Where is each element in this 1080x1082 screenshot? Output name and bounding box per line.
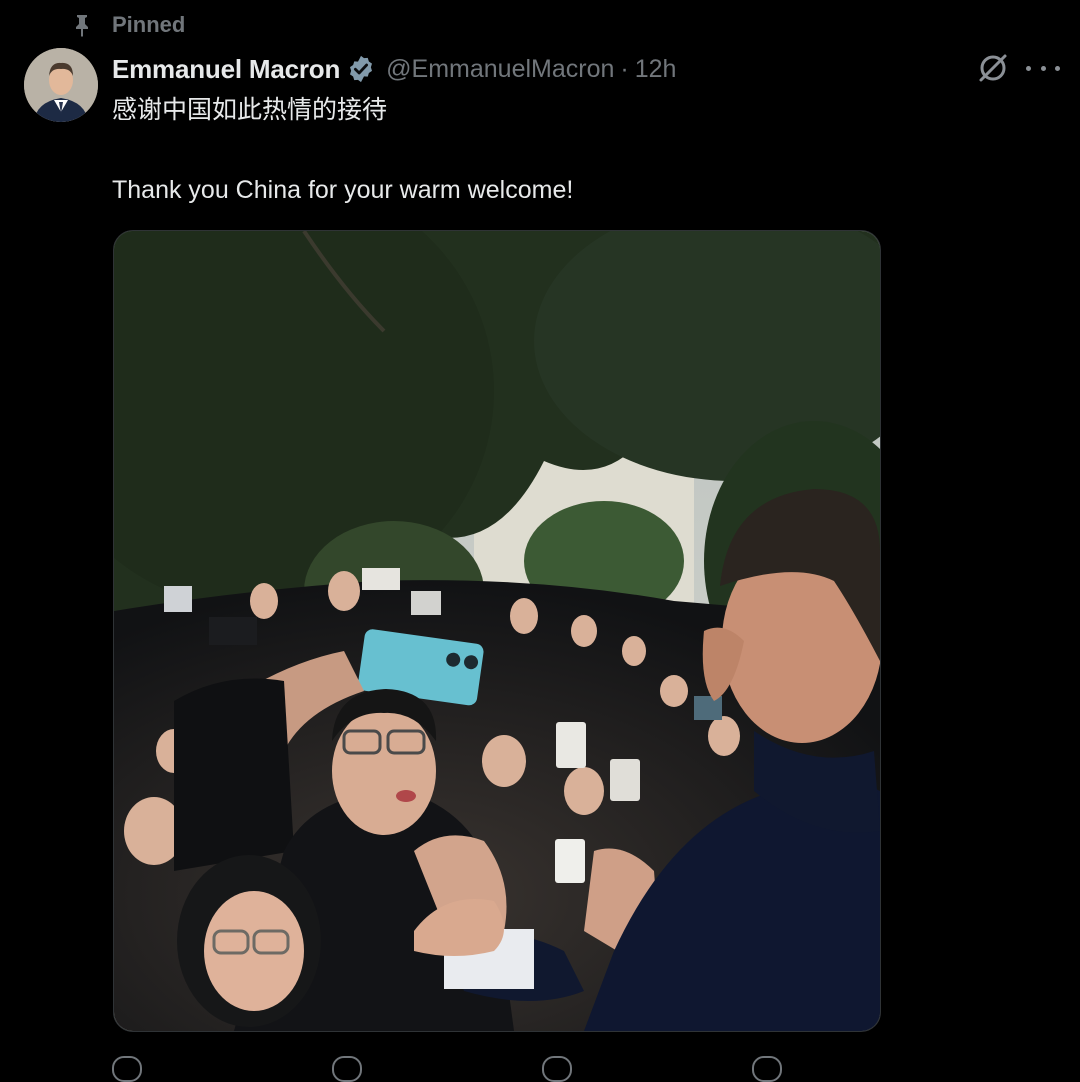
- crowd-photo-illustration: [114, 231, 880, 1031]
- tweet-text: 感谢中国如此热情的接待 Thank you China for your war…: [112, 92, 1012, 208]
- like-icon[interactable]: [542, 1056, 572, 1082]
- pinned-indicator: Pinned: [70, 8, 185, 42]
- tweet-photo[interactable]: [113, 230, 881, 1032]
- retweet-icon[interactable]: [332, 1056, 362, 1082]
- avatar[interactable]: [24, 48, 98, 122]
- tweet-action-bar: [112, 1052, 1012, 1082]
- separator-dot: ·: [620, 54, 629, 83]
- pinned-label: Pinned: [112, 12, 186, 37]
- pin-icon: [76, 15, 88, 37]
- reply-icon[interactable]: [112, 1056, 142, 1082]
- tweet-timestamp[interactable]: 12h: [635, 55, 677, 84]
- tweet-header: Emmanuel Macron @EmmanuelMacron · 12h: [112, 50, 676, 88]
- author-handle[interactable]: @EmmanuelMacron: [386, 55, 614, 84]
- verified-badge-icon[interactable]: [346, 54, 376, 84]
- more-icon[interactable]: [1026, 53, 1060, 83]
- tweet-text-english: Thank you China for your warm welcome!: [112, 176, 574, 204]
- views-icon[interactable]: [752, 1056, 782, 1082]
- grok-icon[interactable]: [976, 51, 1010, 85]
- avatar-portrait: [24, 48, 98, 122]
- tweet-text-chinese: 感谢中国如此热情的接待: [112, 96, 388, 124]
- author-display-name[interactable]: Emmanuel Macron: [112, 54, 340, 85]
